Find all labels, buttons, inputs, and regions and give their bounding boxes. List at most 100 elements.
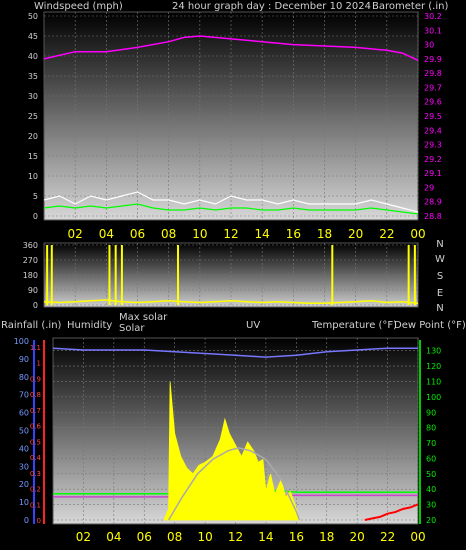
barometer-y-tick-label: 29.2 bbox=[424, 155, 442, 164]
temperature-y-tick-label: 90 bbox=[426, 408, 436, 417]
humidity-y-tick-label: 20 bbox=[19, 480, 29, 489]
temperature-y-tick-label: 100 bbox=[426, 393, 441, 402]
barometer-y-tick-label: 30 bbox=[424, 41, 434, 50]
humidity-y-tick-label: 40 bbox=[19, 444, 29, 453]
wind-y-tick-label: 25 bbox=[28, 112, 38, 121]
solar-x-tick-label: 14 bbox=[258, 530, 273, 544]
rainfall-y-tick-label: 0.2 bbox=[30, 486, 41, 494]
compass-label: S bbox=[437, 271, 443, 282]
rainfall-y-tick-label: 0.4 bbox=[30, 454, 42, 462]
compass-label: E bbox=[437, 288, 443, 299]
wind-x-tick-label: 18 bbox=[317, 227, 332, 241]
solar-x-tick-label: 08 bbox=[167, 530, 182, 544]
solar-x-tick-label: 18 bbox=[319, 530, 334, 544]
humidity-y-tick-label: 0 bbox=[24, 516, 29, 525]
rainfall-y-tick-label: 0.3 bbox=[30, 470, 41, 478]
rainfall-y-tick-label: 0.8 bbox=[30, 391, 41, 399]
barometer-y-tick-label: 29.1 bbox=[424, 169, 442, 178]
temperature-y-tick-label: 70 bbox=[426, 439, 436, 448]
solar-x-tick-label: 06 bbox=[137, 530, 152, 544]
windspeed-axis-label: Windspeed (mph) bbox=[34, 1, 123, 12]
wind-y-tick-label: 15 bbox=[28, 152, 38, 161]
compass-label: N bbox=[436, 303, 443, 314]
barometer-y-ticks: 28.8 28.9 29 29.1 29.2 29.3 29.4 29.5 29.6 29.7 29… bbox=[424, 12, 442, 221]
wind-barometer-panel: 05101520253035404550 28.828.92929.129.22… bbox=[28, 1, 449, 241]
humidity-y-tick-label: 90 bbox=[19, 355, 29, 364]
temperature-y-tick-label: 60 bbox=[426, 454, 436, 463]
temperature-y-tick-label: 30 bbox=[426, 501, 436, 510]
solar-x-tick-label: 22 bbox=[380, 530, 395, 544]
barometer-y-tick-label: 29.4 bbox=[424, 126, 442, 135]
humidity-y-tick-label: 50 bbox=[19, 427, 29, 436]
compass-label: W bbox=[435, 254, 445, 265]
humidity-axis-label: Humidity bbox=[67, 320, 112, 331]
solar-x-tick-label: 00 bbox=[410, 530, 425, 544]
solar-x-tick-label: 04 bbox=[106, 530, 121, 544]
solar-x-tick-label: 20 bbox=[350, 530, 365, 544]
rainfall-y-tick-label: 0.7 bbox=[30, 407, 41, 415]
direction-y-tick-label: 90 bbox=[28, 286, 38, 295]
humidity-y-tick-label: 80 bbox=[19, 373, 29, 382]
solar-label: Solar bbox=[119, 323, 145, 334]
graph-title: 24 hour graph day : December 10 2024 bbox=[172, 1, 371, 12]
barometer-y-tick-label: 30.2 bbox=[424, 12, 442, 21]
wind-x-tick-label: 08 bbox=[161, 227, 176, 241]
barometer-y-tick-label: 29.3 bbox=[424, 141, 442, 150]
max-solar-label: Max solar bbox=[119, 312, 168, 323]
humidity-y-tick-label: 30 bbox=[19, 462, 29, 471]
temperature-y-tick-label: 50 bbox=[426, 470, 436, 479]
barometer-y-tick-label: 29.5 bbox=[424, 112, 442, 121]
humidity-y-tick-label: 70 bbox=[19, 391, 29, 400]
wind-x-tick-label: 16 bbox=[286, 227, 301, 241]
temperature-y-tick-label: 20 bbox=[426, 516, 436, 525]
direction-y-tick-label: 180 bbox=[23, 271, 38, 280]
wind-x-tick-label: 10 bbox=[192, 227, 207, 241]
temperature-y-ticks: 20 30 40 50 60 70 80 90 100 110 120 130 bbox=[426, 347, 441, 525]
barometer-y-tick-label: 29.9 bbox=[424, 55, 442, 64]
humidity-y-tick-label: 60 bbox=[19, 409, 29, 418]
wind-x-tick-label: 22 bbox=[379, 227, 394, 241]
barometer-y-tick-label: 30.1 bbox=[424, 26, 442, 35]
wind-y-tick-label: 30 bbox=[28, 92, 38, 101]
solar-x-ticks: 02 04 06 08 10 12 14 16 18 20 22 00 bbox=[76, 530, 426, 544]
barometer-y-tick-label: 28.8 bbox=[424, 212, 442, 221]
wind-y-tick-label: 5 bbox=[33, 192, 38, 201]
solar-x-tick-label: 12 bbox=[228, 530, 243, 544]
direction-y-tick-label: 0 bbox=[33, 301, 38, 310]
wind-x-tick-label: 06 bbox=[130, 227, 145, 241]
solar-x-tick-label: 02 bbox=[76, 530, 91, 544]
rainfall-axis-label: Rainfall (.in) bbox=[1, 320, 62, 331]
solar-temp-panel: Rainfall (.in) Humidity Max solar Solar … bbox=[1, 312, 466, 544]
humidity-y-tick-label: 10 bbox=[19, 498, 29, 507]
barometer-y-tick-label: 28.9 bbox=[424, 198, 442, 207]
wind-direction-panel: 090180270360 NWSEN bbox=[23, 239, 445, 314]
wind-x-tick-label: 02 bbox=[68, 227, 83, 241]
temperature-y-tick-label: 130 bbox=[426, 347, 441, 356]
barometer-y-tick-label: 29.6 bbox=[424, 98, 442, 107]
temperature-y-tick-label: 120 bbox=[426, 362, 441, 371]
wind-x-tick-label: 04 bbox=[99, 227, 114, 241]
rainfall-y-tick-label: 1 bbox=[37, 360, 41, 368]
wind-y-tick-label: 20 bbox=[28, 132, 38, 141]
rainfall-y-tick-label: 0 bbox=[37, 517, 41, 525]
barometer-y-tick-label: 29.7 bbox=[424, 83, 442, 92]
barometer-y-tick-label: 29.8 bbox=[424, 69, 442, 78]
temperature-y-tick-label: 40 bbox=[426, 485, 436, 494]
compass-labels: NWSEN bbox=[435, 239, 445, 314]
uv-label: UV bbox=[246, 320, 260, 331]
wind-x-ticks: 02 04 06 08 10 12 14 16 18 20 22 00 bbox=[68, 227, 426, 241]
rainfall-y-tick-label: 0.9 bbox=[30, 375, 41, 383]
barometer-axis-label: Barometer (.in) bbox=[372, 1, 448, 12]
wind-y-tick-label: 0 bbox=[33, 212, 38, 221]
direction-y-tick-label: 270 bbox=[23, 256, 38, 265]
rainfall-y-ticks: 0 0.1 0.2 0.3 0.4 0.5 0.6 0.7 0.8 0.9 1 1.1 bbox=[30, 344, 42, 525]
humidity-y-tick-label: 100 bbox=[14, 337, 29, 346]
dew-point-axis-label: Dew Point (°F) bbox=[394, 320, 466, 331]
wind-y-tick-label: 45 bbox=[28, 32, 38, 41]
solar-x-tick-label: 16 bbox=[289, 530, 304, 544]
wind-y-tick-label: 50 bbox=[28, 12, 38, 21]
humidity-y-ticks: 0 10 20 30 40 50 60 70 80 90 100 bbox=[14, 337, 29, 525]
wind-x-tick-label: 14 bbox=[255, 227, 270, 241]
barometer-y-tick-label: 29 bbox=[424, 183, 434, 192]
wind-y-tick-label: 40 bbox=[28, 52, 38, 61]
